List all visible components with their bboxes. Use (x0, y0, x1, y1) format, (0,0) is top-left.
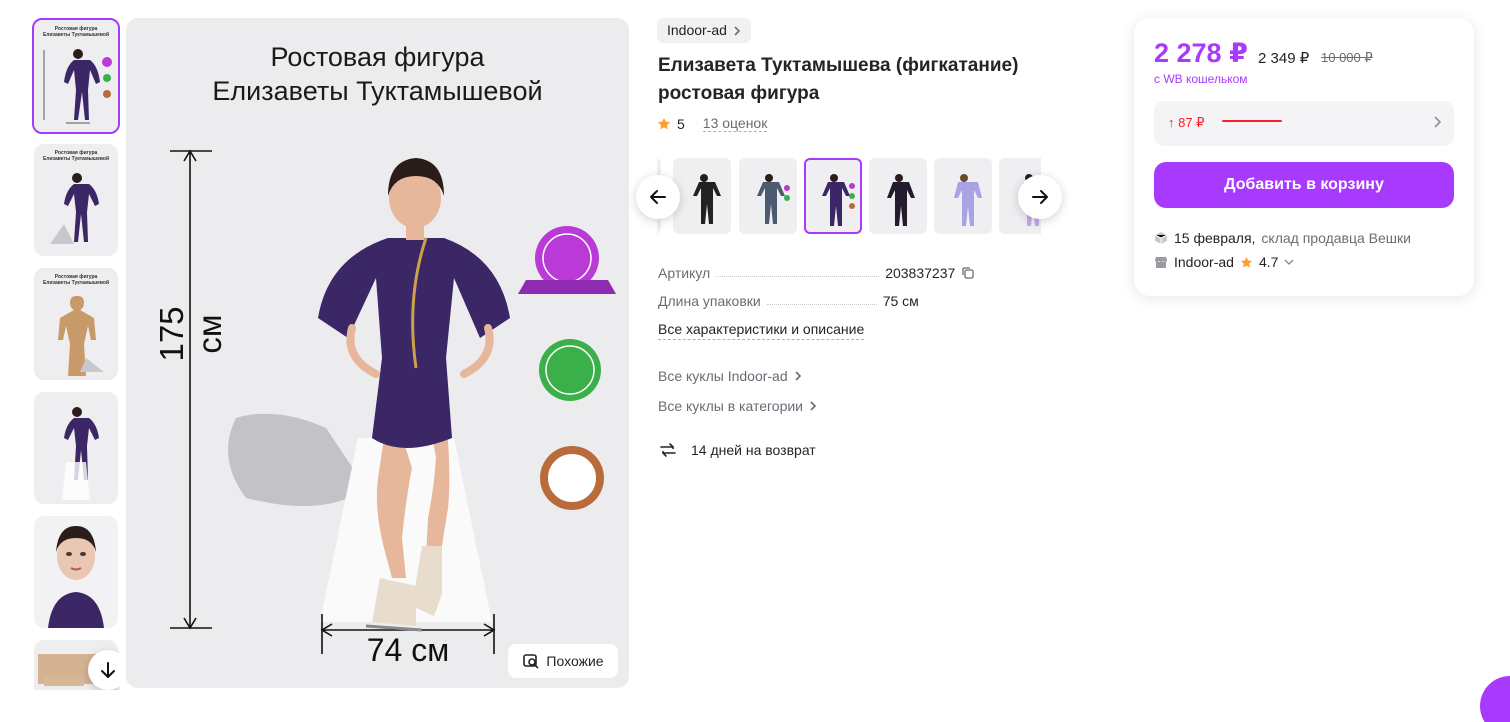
reviews-link[interactable]: 13 оценок (702, 115, 768, 132)
delivery-info: 15 февраля, склад продавца Вешки (1154, 230, 1411, 246)
brand-products-link[interactable]: Все куклы Indoor-ad (658, 368, 802, 384)
brand-name: Indoor-ad (667, 22, 727, 38)
spec-dots (766, 293, 877, 305)
wallet-price: 2 278 ₽ (1154, 38, 1248, 68)
chevron-right-icon (734, 25, 741, 36)
chevron-down-icon (1284, 259, 1294, 266)
chevron-right-icon (1434, 116, 1442, 128)
star-icon (658, 117, 670, 129)
thumbnail-3[interactable]: Ростовая фигура Елизаветы Туктамышевой (34, 268, 118, 380)
chat-button[interactable] (1480, 676, 1510, 722)
similar-button[interactable]: Похожие (508, 644, 618, 678)
spec-label: Артикул (658, 265, 711, 281)
spec-dots (716, 265, 880, 277)
spec-value: 75 см (882, 293, 919, 309)
similar-label: Похожие (546, 653, 604, 669)
return-policy-text: 14 дней на возврат (691, 442, 816, 458)
variant-thumb[interactable] (739, 158, 797, 234)
brand-chip[interactable]: Indoor-ad (657, 18, 751, 43)
seller-name: Indoor-ad (1174, 254, 1234, 270)
buy-card: 2 278 ₽ 2 349 ₽ 10 000 ₽ с WB кошельком … (1134, 18, 1474, 296)
price-history[interactable]: ↑ 87 ₽ (1154, 101, 1454, 146)
rating-value: 5 (677, 115, 685, 132)
width-label: 74 см (366, 632, 450, 668)
star-icon (1240, 256, 1253, 268)
delivery-date: 15 февраля, (1174, 230, 1256, 246)
link-label: Все куклы в категории (658, 398, 803, 414)
seller-info[interactable]: Indoor-ad 4.7 (1154, 254, 1294, 270)
main-product-image[interactable]: Ростовая фигура Елизаветы Туктамышевой 1… (126, 18, 629, 688)
arrow-down-icon (101, 662, 115, 678)
shop-icon (1155, 257, 1167, 268)
chevron-right-icon (810, 401, 817, 411)
spec-label: Длина упаковки (658, 293, 761, 309)
image-search-icon (523, 654, 539, 669)
variants-next-button[interactable] (1018, 175, 1062, 219)
delivery-warehouse: склад продавца Вешки (1261, 230, 1411, 246)
thumbnail-5[interactable] (34, 516, 118, 628)
spec-row-article: Артикул 203837237 (658, 265, 1078, 281)
category-products-link[interactable]: Все куклы в категории (658, 398, 817, 414)
arrow-left-icon (650, 190, 666, 204)
variant-thumb[interactable] (869, 158, 927, 234)
copy-icon[interactable] (961, 266, 975, 280)
product-title: Елизавета Туктамышева (фигкатание) росто… (658, 55, 1019, 104)
variants-carousel (657, 158, 1041, 236)
thumbnail-2[interactable]: Ростовая фигура Елизаветы Туктамышевой (34, 144, 118, 256)
return-policy: 14 дней на возврат (658, 440, 816, 460)
arrow-right-icon (1032, 190, 1048, 204)
all-characteristics-link[interactable]: Все характеристики и описание (658, 321, 865, 340)
spec-value: 203837237 (885, 265, 975, 281)
product-rating: 5 13 оценок (657, 115, 768, 132)
thumbnail-1[interactable]: Ростовая фигура Елизаветы Туктамышевой (32, 18, 120, 134)
regular-price: 2 349 ₽ (1258, 50, 1310, 67)
seller-rating: 4.7 (1258, 254, 1279, 270)
add-to-cart-button[interactable]: Добавить в корзину (1154, 162, 1454, 208)
spec-row-package-length: Длина упаковки 75 см (658, 293, 1078, 309)
return-arrows-icon (660, 443, 676, 457)
box-icon (1154, 232, 1168, 244)
thumbnail-4[interactable] (34, 392, 118, 504)
price-trend-line (1222, 120, 1282, 122)
variants-prev-button[interactable] (636, 175, 680, 219)
thumbnail-strip: Ростовая фигура Елизаветы Туктамышевой Р… (32, 18, 120, 690)
variant-thumb-selected[interactable] (804, 158, 862, 234)
price-change: ↑ 87 ₽ (1168, 115, 1205, 130)
wallet-note[interactable]: с WB кошельком (1154, 72, 1248, 86)
link-label: Все куклы Indoor-ad (658, 368, 788, 384)
variant-thumb[interactable] (934, 158, 992, 234)
thumbnails-scroll-down-button[interactable] (88, 650, 120, 690)
article-number: 203837237 (885, 265, 956, 281)
variant-thumb[interactable] (673, 158, 731, 234)
chevron-right-icon (795, 371, 801, 381)
height-label: 175 см (153, 306, 228, 362)
old-price: 10 000 ₽ (1321, 50, 1373, 65)
